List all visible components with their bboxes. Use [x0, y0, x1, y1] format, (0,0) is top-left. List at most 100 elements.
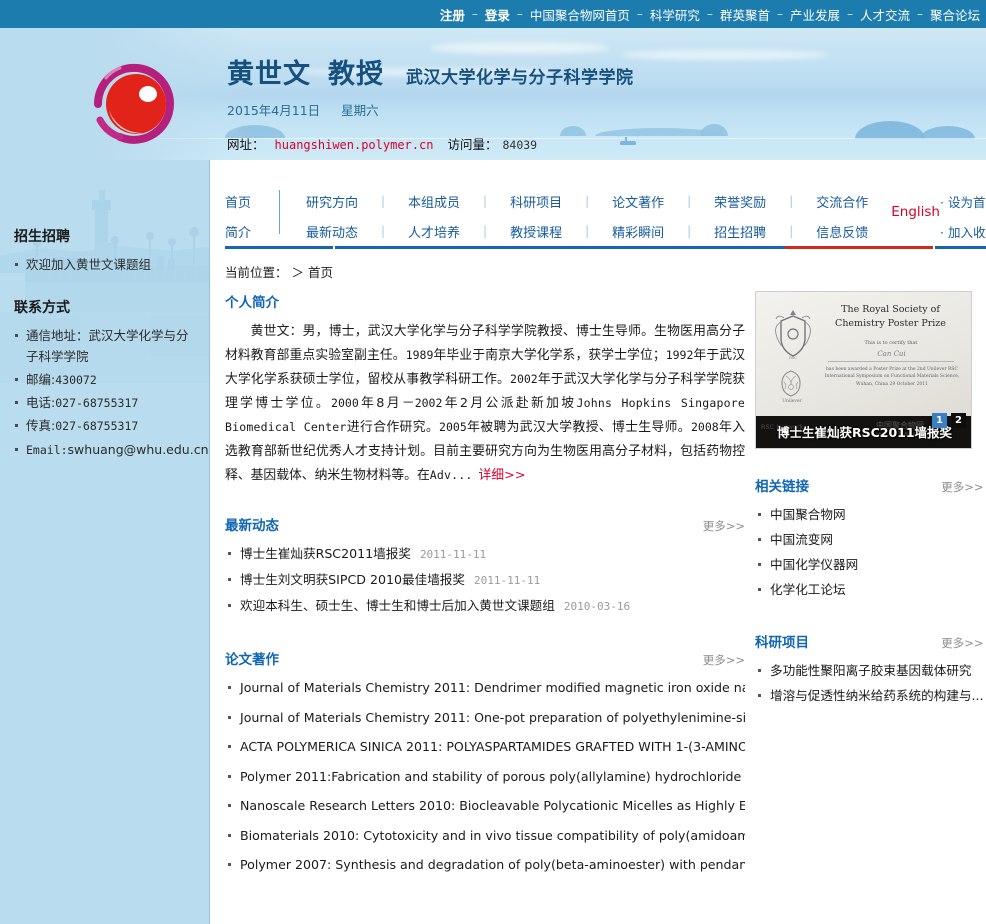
site-logo[interactable]	[76, 48, 192, 160]
nav-moments[interactable]: 精彩瞬间	[612, 226, 664, 241]
breadcrumb-current[interactable]: 首页	[308, 265, 333, 280]
publication-link[interactable]: Nanoscale Research Letters 2010: Bioclea…	[240, 798, 745, 813]
list-item[interactable]: 中国流变网	[755, 529, 984, 551]
publication-link[interactable]: Journal of Materials Chemistry 2011: Den…	[240, 680, 745, 695]
list-item[interactable]: 增溶与促透性纳米给药系统的构建与...	[755, 685, 984, 707]
topbar-register-link[interactable]: 注册	[440, 5, 465, 24]
related-link[interactable]: 化学化工论坛	[770, 582, 846, 597]
projects-more-link[interactable]: 更多>>	[941, 635, 983, 651]
list-item[interactable]: 中国化学仪器网	[755, 554, 984, 576]
topbar-talent-link[interactable]: 人才交流	[860, 5, 910, 24]
nav-latest-news[interactable]: 最新动态	[306, 226, 358, 241]
certificate-recipient: Can Cui	[877, 350, 906, 358]
topbar-home-link[interactable]: 中国聚合物网首页	[530, 5, 630, 24]
list-item[interactable]: Journal of Materials Chemistry 2011: One…	[225, 707, 745, 730]
nav-pipe: |	[483, 194, 488, 208]
certificate-body: has been awarded a Poster Prize at the 2…	[824, 367, 960, 387]
slideshow-pager[interactable]: 1 2	[932, 413, 966, 428]
news-item-link[interactable]: 欢迎本科生、硕士生、博士生和博士后加入黄世文课题组	[240, 598, 555, 613]
news-item-link[interactable]: 博士生刘文明获SIPCD 2010最佳墙报奖	[240, 572, 465, 587]
certificate-title: The Royal Society of Chemistry Poster Pr…	[835, 304, 946, 329]
nav-english-link[interactable]: English	[891, 186, 940, 220]
separator: –	[516, 7, 523, 21]
publications-header: 论文著作 更多>>	[225, 648, 745, 668]
list-item[interactable]: 中国聚合物网	[755, 504, 984, 526]
list-item[interactable]: Polymer 2007: Synthesis and degradation …	[225, 854, 745, 877]
list-item[interactable]: 博士生崔灿获RSC2011墙报奖 2011-11-11	[225, 543, 745, 566]
publications-more-link[interactable]: 更多>>	[703, 652, 745, 668]
project-link[interactable]: 多功能性聚阳离子胶束基因载体研究	[770, 663, 972, 678]
links-title: 相关链接	[755, 479, 809, 495]
main-content-panel: 首页 研究方向 | 本组成员 | 科研项目 | 论文著作 | 荣誉奖励 | 交流…	[210, 160, 986, 924]
publication-link[interactable]: Polymer 2007: Synthesis and degradation …	[240, 857, 745, 872]
rsc-crest-icon: RSC	[775, 310, 811, 360]
tel-value: 027-68755317	[55, 396, 139, 410]
topbar-login-link[interactable]: 登录	[485, 5, 510, 24]
publications-title: 论文著作	[225, 652, 279, 669]
list-item[interactable]: 博士生刘文明获SIPCD 2010最佳墙报奖 2011-11-11	[225, 569, 745, 592]
nav-honors[interactable]: 荣誉奖励	[714, 196, 766, 211]
publication-link[interactable]: ACTA POLYMERICA SINICA 2011: POLYASPARTA…	[240, 739, 745, 754]
topbar-forum-link[interactable]: 聚合论坛	[930, 5, 980, 24]
publication-link[interactable]: Biomaterials 2010: Cytotoxicity and in v…	[240, 828, 745, 843]
nav-research-projects[interactable]: 科研项目	[510, 196, 562, 211]
list-item[interactable]: Nanoscale Research Letters 2010: Bioclea…	[225, 795, 745, 818]
publication-link[interactable]: Journal of Materials Chemistry 2011: One…	[240, 710, 745, 725]
zip-label: 邮编:	[26, 371, 56, 387]
list-item[interactable]: Polymer 2011:Fabrication and stability o…	[225, 766, 745, 789]
nav-recruitment[interactable]: 招生招聘	[714, 226, 766, 241]
nav-group-members[interactable]: 本组成员	[408, 196, 460, 211]
page-root: 招生招聘 欢迎加入黄世文课题组 联系方式 通信地址：武汉大学化学与分子科学学院 …	[0, 0, 986, 924]
list-item[interactable]: 多功能性聚阳离子胶束基因载体研究	[755, 660, 984, 682]
site-url-link[interactable]: huangshiwen.polymer.cn	[275, 138, 434, 152]
nav-research-direction[interactable]: 研究方向	[306, 196, 358, 211]
underline-segment-blue	[335, 246, 785, 249]
underline-segment-blue	[225, 246, 333, 249]
add-favorite-link[interactable]: 加入收藏	[940, 218, 986, 248]
bio-detail-link[interactable]: 详细>>	[479, 468, 526, 483]
news-more-link[interactable]: 更多>>	[703, 518, 745, 534]
links-more-link[interactable]: 更多>>	[941, 479, 983, 495]
photo-slideshow[interactable]: RSC Unilever The Royal Society of Chemis…	[755, 291, 972, 449]
topbar-research-link[interactable]: 科学研究	[650, 5, 700, 24]
pager-page-1[interactable]: 1	[932, 413, 947, 428]
nav-cooperation[interactable]: 交流合作	[816, 196, 868, 211]
chevron-right-icon: ＞	[291, 265, 305, 280]
underline-segment-red	[785, 246, 933, 249]
sidebar-recruit-link[interactable]: 欢迎加入黄世文课题组	[26, 257, 151, 272]
project-link[interactable]: 增溶与促透性纳米给药系统的构建与...	[770, 688, 984, 703]
sidebar-contact-list: 通信地址：武汉大学化学与分子科学学院 邮编:430072 电话:027-6875…	[14, 326, 209, 460]
topbar-industry-link[interactable]: 产业发展	[790, 5, 840, 24]
nav-pipe: |	[381, 194, 386, 208]
related-link[interactable]: 中国化学仪器网	[770, 557, 858, 572]
list-item[interactable]: 欢迎加入黄世文课题组	[14, 255, 196, 275]
publication-link[interactable]: Polymer 2011:Fabrication and stability o…	[240, 769, 745, 784]
sidebar-recruit-block: 招生招聘 欢迎加入黄世文课题组	[14, 226, 196, 275]
list-item[interactable]: ACTA POLYMERICA SINICA 2011: POLYASPARTA…	[225, 736, 745, 759]
email-value[interactable]: swhuang@whu.edu.cn	[68, 442, 209, 457]
nav-talent-training[interactable]: 人才培养	[408, 226, 460, 241]
publications-list: Journal of Materials Chemistry 2011: Den…	[225, 677, 745, 877]
related-link[interactable]: 中国聚合物网	[770, 507, 846, 522]
list-item[interactable]: 化学化工论坛	[755, 579, 984, 601]
topbar-elites-link[interactable]: 群英聚首	[720, 5, 770, 24]
pager-page-2[interactable]: 2	[951, 413, 966, 428]
list-item[interactable]: Biomaterials 2010: Cytotoxicity and in v…	[225, 825, 745, 848]
list-item[interactable]: 欢迎本科生、硕士生、博士生和博士后加入黄世文课题组 2010-03-16	[225, 595, 745, 618]
nav-intro[interactable]: 简介	[225, 222, 251, 241]
contact-email[interactable]: Email:swhuang@whu.edu.cn	[14, 440, 209, 460]
address-label: 通信地址：	[26, 328, 89, 344]
nav-publications[interactable]: 论文著作	[612, 196, 664, 211]
related-link[interactable]: 中国流变网	[770, 532, 833, 547]
nav-pipe: |	[483, 224, 488, 238]
nav-home[interactable]: 首页	[225, 192, 251, 211]
nav-feedback[interactable]: 信息反馈	[816, 226, 868, 241]
bio-year-2002b: 2002	[414, 396, 443, 411]
nav-courses[interactable]: 教授课程	[510, 226, 562, 241]
news-item-link[interactable]: 博士生崔灿获RSC2011墙报奖	[240, 546, 411, 561]
bio-year-1992: 1992	[665, 348, 694, 363]
cloud-shape	[620, 50, 830, 60]
set-homepage-link[interactable]: 设为首页	[940, 188, 986, 218]
list-item[interactable]: Journal of Materials Chemistry 2011: Den…	[225, 677, 745, 700]
page-title: 黄世文	[227, 59, 311, 90]
